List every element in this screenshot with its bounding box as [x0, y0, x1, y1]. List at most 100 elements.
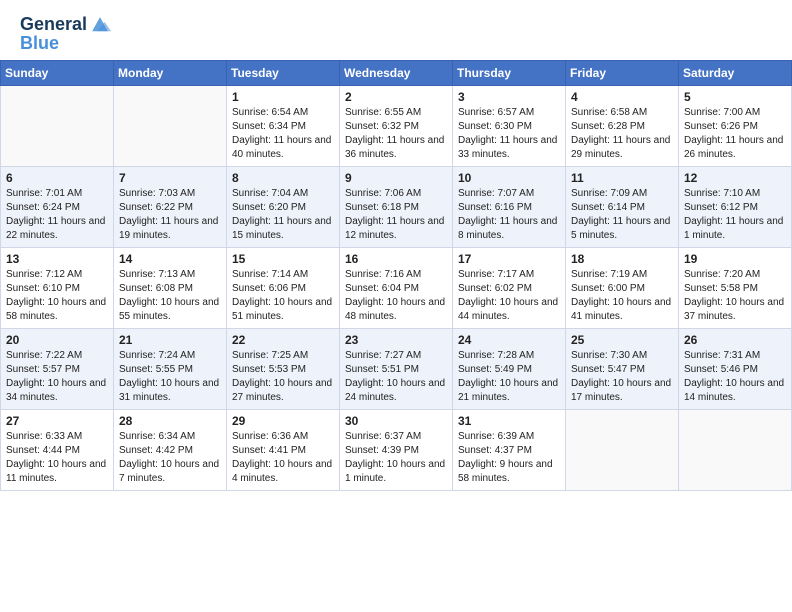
day-number: 16 — [345, 252, 447, 266]
day-info: Sunrise: 7:16 AMSunset: 6:04 PMDaylight:… — [345, 268, 447, 324]
calendar-cell — [566, 409, 679, 490]
logo-blue-text: Blue — [20, 34, 59, 54]
logo-icon — [89, 14, 111, 36]
day-number: 30 — [345, 414, 447, 428]
day-number: 5 — [684, 90, 786, 104]
calendar-cell: 23 Sunrise: 7:27 AMSunset: 5:51 PMDayligh… — [340, 328, 453, 409]
day-of-week-header: Sunday — [1, 60, 114, 85]
calendar-cell — [679, 409, 792, 490]
calendar-cell: 27 Sunrise: 6:33 AMSunset: 4:44 PMDayligh… — [1, 409, 114, 490]
calendar-cell: 31 Sunrise: 6:39 AMSunset: 4:37 PMDayligh… — [453, 409, 566, 490]
day-info: Sunrise: 6:34 AMSunset: 4:42 PMDaylight:… — [119, 430, 221, 486]
day-number: 28 — [119, 414, 221, 428]
calendar-cell: 29 Sunrise: 6:36 AMSunset: 4:41 PMDayligh… — [227, 409, 340, 490]
day-info: Sunrise: 7:27 AMSunset: 5:51 PMDaylight:… — [345, 349, 447, 405]
day-info: Sunrise: 6:39 AMSunset: 4:37 PMDaylight:… — [458, 430, 560, 486]
day-number: 21 — [119, 333, 221, 347]
day-info: Sunrise: 7:10 AMSunset: 6:12 PMDaylight:… — [684, 187, 786, 243]
day-info: Sunrise: 7:01 AMSunset: 6:24 PMDaylight:… — [6, 187, 108, 243]
day-info: Sunrise: 7:14 AMSunset: 6:06 PMDaylight:… — [232, 268, 334, 324]
day-number: 8 — [232, 171, 334, 185]
day-of-week-header: Saturday — [679, 60, 792, 85]
day-number: 26 — [684, 333, 786, 347]
day-info: Sunrise: 6:57 AMSunset: 6:30 PMDaylight:… — [458, 106, 560, 162]
day-info: Sunrise: 6:54 AMSunset: 6:34 PMDaylight:… — [232, 106, 334, 162]
calendar-cell: 20 Sunrise: 7:22 AMSunset: 5:57 PMDayligh… — [1, 328, 114, 409]
day-info: Sunrise: 7:13 AMSunset: 6:08 PMDaylight:… — [119, 268, 221, 324]
calendar-cell — [114, 85, 227, 166]
day-info: Sunrise: 6:36 AMSunset: 4:41 PMDaylight:… — [232, 430, 334, 486]
calendar-cell: 5 Sunrise: 7:00 AMSunset: 6:26 PMDaylight… — [679, 85, 792, 166]
calendar-cell: 26 Sunrise: 7:31 AMSunset: 5:46 PMDayligh… — [679, 328, 792, 409]
calendar-cell: 28 Sunrise: 6:34 AMSunset: 4:42 PMDayligh… — [114, 409, 227, 490]
day-info: Sunrise: 7:19 AMSunset: 6:00 PMDaylight:… — [571, 268, 673, 324]
day-number: 23 — [345, 333, 447, 347]
day-number: 15 — [232, 252, 334, 266]
day-number: 6 — [6, 171, 108, 185]
day-number: 12 — [684, 171, 786, 185]
calendar-cell: 13Sunrise: 7:12 AMSunset: 6:10 PMDayligh… — [1, 247, 114, 328]
day-number: 27 — [6, 414, 108, 428]
day-number: 31 — [458, 414, 560, 428]
calendar-cell: 15 Sunrise: 7:14 AMSunset: 6:06 PMDayligh… — [227, 247, 340, 328]
calendar-cell: 14 Sunrise: 7:13 AMSunset: 6:08 PMDayligh… — [114, 247, 227, 328]
day-info: Sunrise: 7:22 AMSunset: 5:57 PMDaylight:… — [6, 349, 108, 405]
calendar-cell: 16 Sunrise: 7:16 AMSunset: 6:04 PMDayligh… — [340, 247, 453, 328]
day-info: Sunrise: 6:33 AMSunset: 4:44 PMDaylight:… — [6, 430, 108, 486]
calendar-cell: 17 Sunrise: 7:17 AMSunset: 6:02 PMDayligh… — [453, 247, 566, 328]
calendar-cell: 7 Sunrise: 7:03 AMSunset: 6:22 PMDaylight… — [114, 166, 227, 247]
calendar-cell: 30 Sunrise: 6:37 AMSunset: 4:39 PMDayligh… — [340, 409, 453, 490]
day-of-week-header: Friday — [566, 60, 679, 85]
calendar-table: SundayMondayTuesdayWednesdayThursdayFrid… — [0, 60, 792, 491]
day-number: 17 — [458, 252, 560, 266]
day-info: Sunrise: 7:31 AMSunset: 5:46 PMDaylight:… — [684, 349, 786, 405]
day-number: 7 — [119, 171, 221, 185]
day-number: 18 — [571, 252, 673, 266]
day-info: Sunrise: 7:25 AMSunset: 5:53 PMDaylight:… — [232, 349, 334, 405]
calendar-cell: 3 Sunrise: 6:57 AMSunset: 6:30 PMDaylight… — [453, 85, 566, 166]
day-info: Sunrise: 7:17 AMSunset: 6:02 PMDaylight:… — [458, 268, 560, 324]
day-info: Sunrise: 7:03 AMSunset: 6:22 PMDaylight:… — [119, 187, 221, 243]
day-number: 25 — [571, 333, 673, 347]
day-info: Sunrise: 6:55 AMSunset: 6:32 PMDaylight:… — [345, 106, 447, 162]
day-number: 14 — [119, 252, 221, 266]
calendar-cell: 8 Sunrise: 7:04 AMSunset: 6:20 PMDaylight… — [227, 166, 340, 247]
day-number: 20 — [6, 333, 108, 347]
day-info: Sunrise: 7:04 AMSunset: 6:20 PMDaylight:… — [232, 187, 334, 243]
day-number: 22 — [232, 333, 334, 347]
day-info: Sunrise: 7:00 AMSunset: 6:26 PMDaylight:… — [684, 106, 786, 162]
day-info: Sunrise: 7:12 AMSunset: 6:10 PMDaylight:… — [6, 268, 108, 324]
logo: General Blue — [20, 14, 111, 54]
day-info: Sunrise: 7:24 AMSunset: 5:55 PMDaylight:… — [119, 349, 221, 405]
day-info: Sunrise: 7:07 AMSunset: 6:16 PMDaylight:… — [458, 187, 560, 243]
day-of-week-header: Monday — [114, 60, 227, 85]
day-number: 9 — [345, 171, 447, 185]
day-of-week-header: Thursday — [453, 60, 566, 85]
day-number: 24 — [458, 333, 560, 347]
day-number: 29 — [232, 414, 334, 428]
day-number: 4 — [571, 90, 673, 104]
day-info: Sunrise: 7:30 AMSunset: 5:47 PMDaylight:… — [571, 349, 673, 405]
calendar-cell: 10Sunrise: 7:07 AMSunset: 6:16 PMDayligh… — [453, 166, 566, 247]
day-of-week-header: Wednesday — [340, 60, 453, 85]
calendar-cell: 11Sunrise: 7:09 AMSunset: 6:14 PMDayligh… — [566, 166, 679, 247]
day-info: Sunrise: 7:06 AMSunset: 6:18 PMDaylight:… — [345, 187, 447, 243]
calendar-cell: 19Sunrise: 7:20 AMSunset: 5:58 PMDayligh… — [679, 247, 792, 328]
day-info: Sunrise: 6:58 AMSunset: 6:28 PMDaylight:… — [571, 106, 673, 162]
calendar-cell: 25 Sunrise: 7:30 AMSunset: 5:47 PMDayligh… — [566, 328, 679, 409]
calendar-cell: 2Sunrise: 6:55 AMSunset: 6:32 PMDaylight… — [340, 85, 453, 166]
day-number: 3 — [458, 90, 560, 104]
calendar-cell: 21 Sunrise: 7:24 AMSunset: 5:55 PMDayligh… — [114, 328, 227, 409]
calendar-cell — [1, 85, 114, 166]
calendar-cell: 4 Sunrise: 6:58 AMSunset: 6:28 PMDaylight… — [566, 85, 679, 166]
day-of-week-header: Tuesday — [227, 60, 340, 85]
day-number: 1 — [232, 90, 334, 104]
day-number: 11 — [571, 171, 673, 185]
logo-text: General — [20, 15, 87, 35]
calendar-cell: 18 Sunrise: 7:19 AMSunset: 6:00 PMDayligh… — [566, 247, 679, 328]
calendar-cell: 1 Sunrise: 6:54 AMSunset: 6:34 PMDaylight… — [227, 85, 340, 166]
calendar-cell: 22 Sunrise: 7:25 AMSunset: 5:53 PMDayligh… — [227, 328, 340, 409]
day-info: Sunrise: 6:37 AMSunset: 4:39 PMDaylight:… — [345, 430, 447, 486]
page-header: General Blue — [0, 0, 792, 60]
day-info: Sunrise: 7:28 AMSunset: 5:49 PMDaylight:… — [458, 349, 560, 405]
